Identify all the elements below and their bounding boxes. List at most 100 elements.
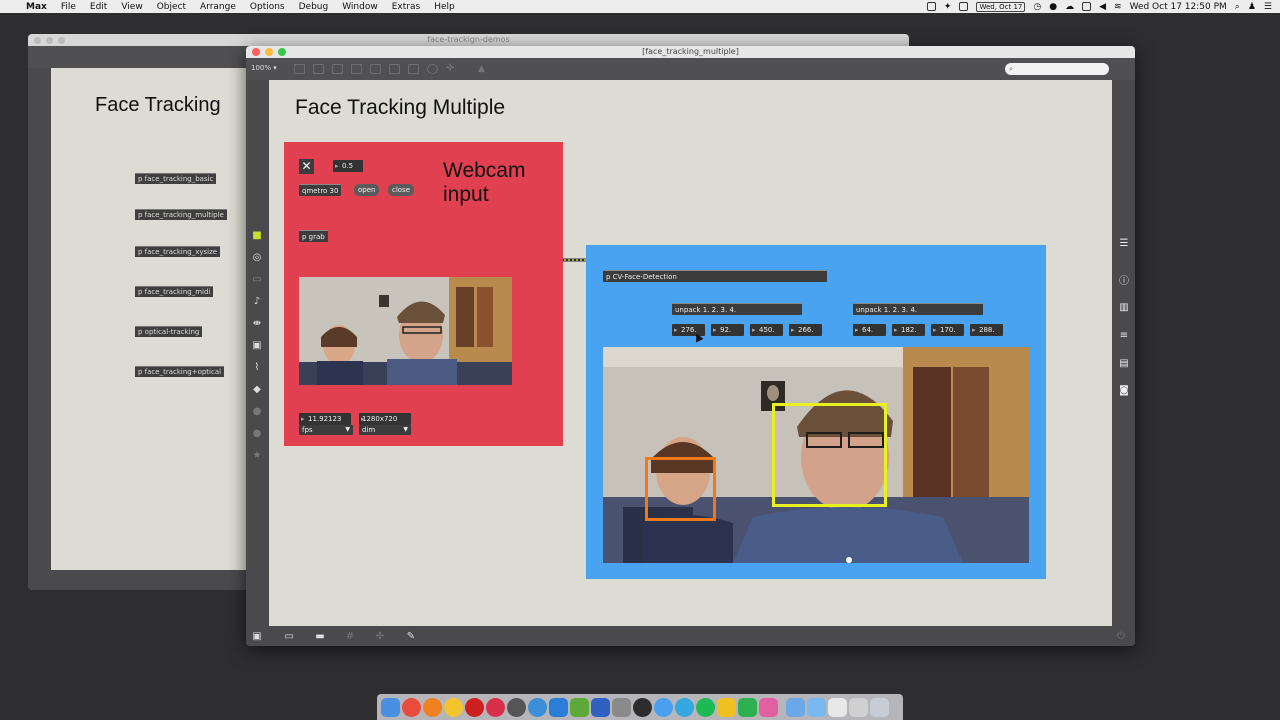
main-patcher-window[interactable]: [face_tracking_multiple] 100% ▾ ✛ ▲ ⌕ ■ … [246,46,1135,646]
fps-number-box[interactable]: 11.92123 [299,413,351,425]
lock-icon[interactable]: ▣ [251,631,263,643]
plug-icon[interactable]: ◆ [251,384,263,396]
clock-icon[interactable]: ● [251,406,263,418]
subpatch-face-tracking-basic[interactable]: p face_tracking_basic [135,173,217,184]
skype-icon[interactable] [675,697,694,717]
menu-edit[interactable]: Edit [90,2,107,12]
snap-icon[interactable]: ✣ [374,631,386,643]
face2-y2-number[interactable]: 288. [970,324,1003,336]
background-window-titlebar[interactable]: face-trackign-demos [28,34,909,46]
power-icon[interactable]: ⏻ [1115,631,1127,643]
subpatch-face-tracking-multiple[interactable]: p face_tracking_multiple [135,209,227,220]
vivaldi-icon[interactable] [486,697,505,717]
screenshot-icon[interactable] [849,697,868,717]
screen-record-icon[interactable] [926,2,936,11]
face1-x2-number[interactable]: 450. [750,324,783,336]
chrome-canary-icon[interactable] [444,697,463,717]
webstorm-icon[interactable] [570,697,589,717]
package-icon[interactable]: ● [251,428,263,440]
notes-icon[interactable] [717,697,736,717]
list-icon[interactable]: ≡ [1118,330,1130,341]
menu-debug[interactable]: Debug [299,2,329,12]
search-field[interactable]: ⌕ [1005,63,1109,75]
close-window-button[interactable] [252,48,260,56]
do-not-disturb-icon[interactable]: ● [1049,2,1057,12]
qmetro-object[interactable]: qmetro 30 [299,184,342,196]
sublime-icon[interactable] [612,697,631,717]
unpack-right-object[interactable]: unpack 1. 2. 3. 4. [853,303,983,315]
menu-object[interactable]: Object [157,2,186,12]
menu-extras[interactable]: Extras [392,2,420,12]
menu-help[interactable]: Help [434,2,455,12]
clock-text[interactable]: Wed Oct 17 12:50 PM [1130,2,1227,12]
face2-x2-number[interactable]: 170. [931,324,964,336]
new-button-icon[interactable] [351,64,362,74]
menu-app[interactable]: Max [26,2,47,12]
music-note-icon[interactable]: ♪ [251,296,263,308]
menu-file[interactable]: File [61,2,76,12]
main-window-titlebar[interactable]: [face_tracking_multiple] [246,46,1135,58]
messages-icon[interactable] [654,697,673,717]
dim-number-box[interactable]: 1280x720 [359,413,411,425]
trash-icon[interactable] [870,697,889,717]
downloads-folder-icon[interactable] [786,697,805,717]
unpack-left-object[interactable]: unpack 1. 2. 3. 4. [672,303,802,315]
grid-icon[interactable]: # [344,631,356,643]
background-canvas[interactable]: Face Tracking p face_tracking_basic p fa… [51,68,276,570]
spotlight-icon[interactable]: ⌕ [1235,2,1240,12]
volume-icon[interactable]: ◀ [1099,2,1106,12]
subpatch-optical-tracking[interactable]: p optical-tracking [135,326,203,337]
cube-icon[interactable]: ■ [251,230,263,242]
open-message[interactable]: open [354,184,380,196]
info-icon[interactable]: ⓘ [1118,276,1130,287]
menu-view[interactable]: View [121,2,142,12]
star-icon[interactable]: ★ [251,450,263,462]
photos-icon[interactable] [759,697,778,717]
rectangle-icon[interactable]: ▭ [251,274,263,286]
menu-window[interactable]: Window [342,2,378,12]
finder-icon[interactable] [381,697,400,717]
safari-icon[interactable] [528,697,547,717]
xcode-icon[interactable] [591,697,610,717]
face2-y-number[interactable]: 182. [892,324,925,336]
new-number-icon[interactable] [389,64,400,74]
new-dial-icon[interactable] [427,64,438,74]
presentation-mode-icon[interactable]: ▭ [283,631,295,643]
mail-icon[interactable] [959,2,969,11]
bg-close-light[interactable] [34,37,41,44]
new-message-icon[interactable] [313,64,324,74]
new-slider-icon[interactable] [408,64,419,74]
subpatch-face-tracking-xysize[interactable]: p face_tracking_xysize [135,246,221,257]
patcher-canvas[interactable]: Face Tracking Multiple ✕ ▸ 0.5 Webcam in… [269,80,1112,626]
inspector-icon[interactable]: ☰ [1118,238,1130,249]
face1-y2-number[interactable]: 266. [789,324,822,336]
subpatch-face-tracking-optical[interactable]: p face_tracking+optical [135,366,225,377]
wrench-icon[interactable]: ✎ [405,631,417,643]
spotify-icon[interactable] [696,697,715,717]
subpatch-face-tracking-midi[interactable]: p face_tracking_midi [135,286,214,297]
preview-icon[interactable] [828,697,847,717]
time-machine-icon[interactable]: ◷ [1033,2,1041,12]
app-store-icon[interactable] [549,697,568,717]
menu-options[interactable]: Options [250,2,285,12]
image-icon[interactable]: ▣ [251,340,263,352]
reference-icon[interactable]: ▥ [1118,302,1130,313]
firefox-icon[interactable] [423,697,442,717]
date-badge[interactable]: Wed, Oct 17 [976,1,1026,12]
toggle-button[interactable]: ✕ [299,159,314,174]
wifi-icon[interactable]: ≋ [1114,2,1122,12]
grab-subpatch[interactable]: p grab [299,230,328,242]
rate-number-box[interactable]: 0.5 [333,160,363,172]
zoom-window-button[interactable] [278,48,286,56]
bg-max-light[interactable] [58,37,65,44]
airplay-icon[interactable] [1082,2,1092,11]
new-comment-icon[interactable] [332,64,343,74]
tor-icon[interactable] [507,697,526,717]
add-icon[interactable]: ✛ [446,64,457,74]
chrome-icon[interactable] [402,697,421,717]
user-icon[interactable]: ♟ [1248,2,1256,12]
documents-folder-icon[interactable] [807,697,826,717]
new-toggle-icon[interactable] [370,64,381,74]
dropbox-icon[interactable]: ✦ [944,2,952,12]
camera-icon[interactable]: ◙ [1118,385,1130,396]
